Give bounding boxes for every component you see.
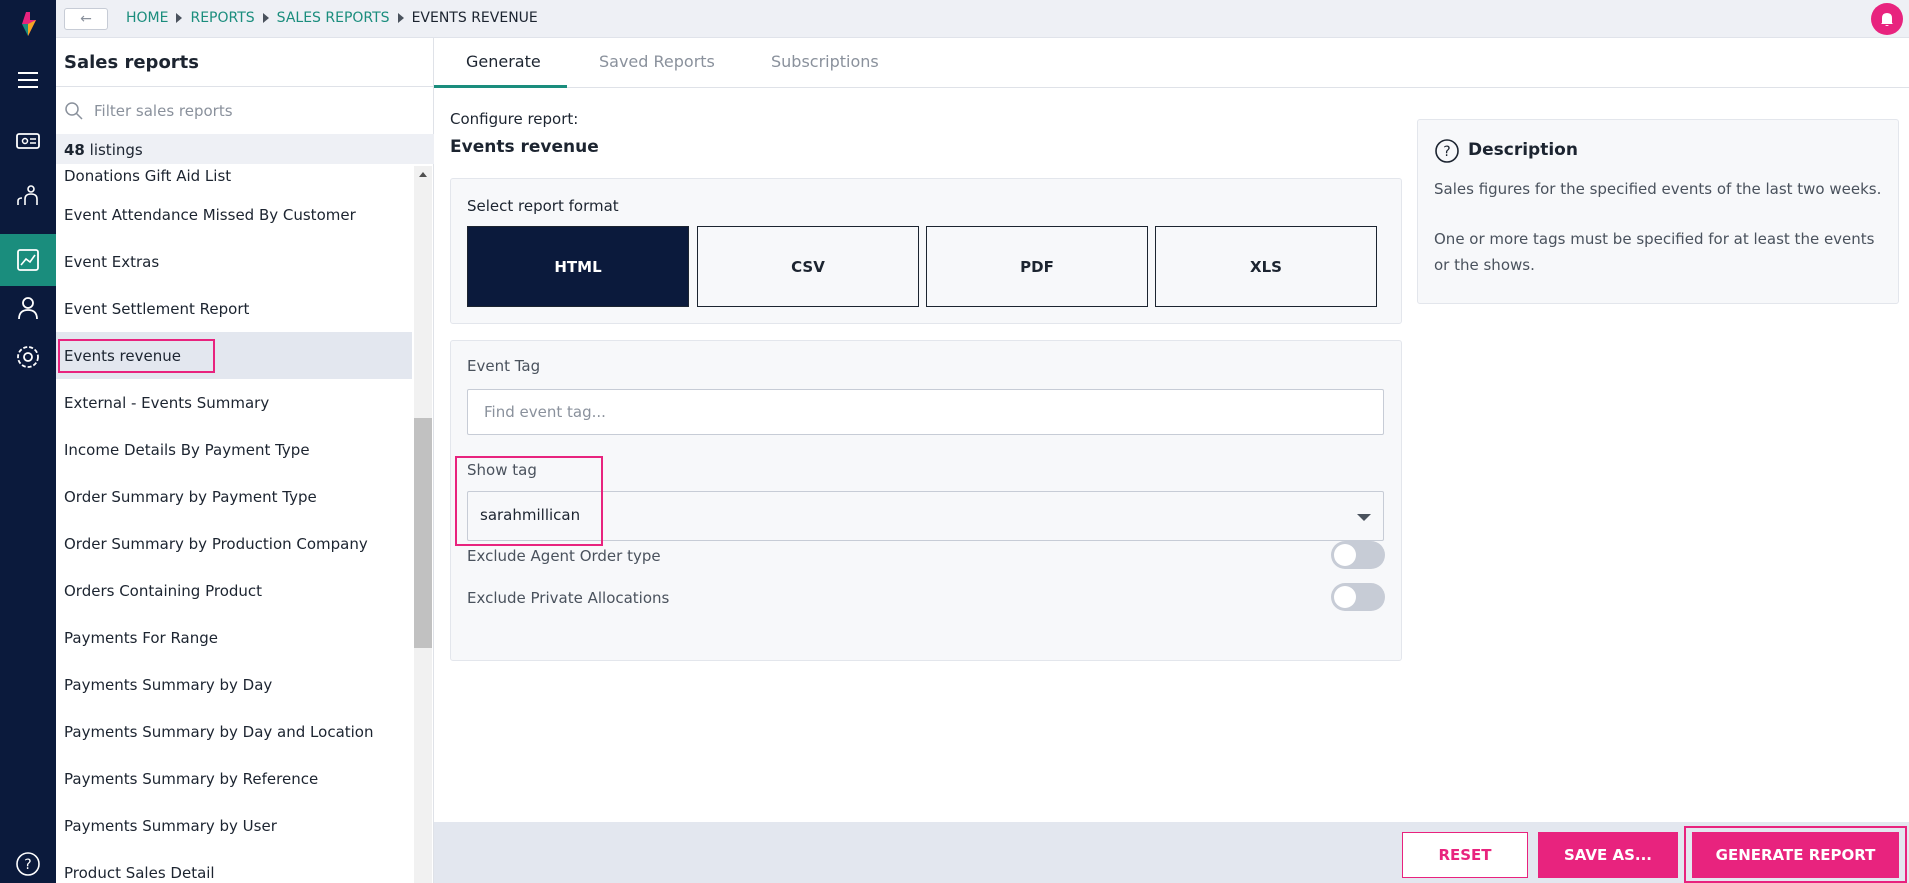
chevron-right-icon [262,13,269,23]
list-item[interactable]: External - Events Summary [56,379,412,426]
list-item[interactable]: Event Extras [56,238,412,285]
filter-reports-input[interactable] [94,102,414,120]
menu-icon[interactable] [0,54,56,106]
scroll-up-icon[interactable] [414,166,432,182]
list-item[interactable]: Income Details By Payment Type [56,426,412,473]
list-item[interactable]: Payments Summary by User [56,802,412,849]
breadcrumb-sales-reports[interactable]: SALES REPORTS [277,10,390,26]
customer-hierarchy-icon[interactable] [0,170,56,222]
list-item[interactable]: Orders Containing Product [56,567,412,614]
format-section: Select report format HTML CSV PDF XLS [450,178,1402,324]
help-icon[interactable]: ? [0,838,56,883]
breadcrumb-reports[interactable]: REPORTS [190,10,254,26]
list-item[interactable]: Product Sales Detail [56,849,412,883]
chevron-right-icon [397,13,404,23]
exclude-private-toggle[interactable] [1331,583,1385,611]
save-as-button[interactable]: SAVE AS... [1538,832,1678,878]
breadcrumb: HOME REPORTS SALES REPORTS EVENTS REVENU… [126,10,538,26]
configure-label: Configure report: [450,110,579,128]
toggle-knob [1334,544,1356,566]
list-item[interactable]: Order Summary by Production Company [56,520,412,567]
question-circle-icon: ? [1435,139,1459,163]
svg-text:?: ? [24,857,31,873]
format-pdf-button[interactable]: PDF [926,226,1148,307]
notifications-bell-icon[interactable] [1871,3,1903,35]
tab-generate[interactable]: Generate [466,52,541,71]
list-item[interactable]: Payments Summary by Reference [56,755,412,802]
action-bar: RESET SAVE AS... GENERATE REPORT [434,822,1909,883]
reports-icon[interactable] [0,234,56,286]
report-title: Events revenue [450,137,599,157]
list-item[interactable]: Payments Summary by Day [56,661,412,708]
list-item[interactable]: Payments Summary by Day and Location [56,708,412,755]
user-icon[interactable] [0,282,56,334]
sidebar-title: Sales reports [64,52,199,73]
reports-sidebar: Sales reports 48 listings Donations Gift… [56,38,434,883]
arrow-left-icon: ← [80,11,92,27]
breadcrumb-home[interactable]: HOME [126,10,168,26]
list-item[interactable]: Event Attendance Missed By Customer [56,191,412,238]
parameters-section: Event Tag Show tag sarahmillican Exclude… [450,340,1402,661]
back-button[interactable]: ← [64,8,108,30]
filter-box [64,96,424,126]
breadcrumb-current: EVENTS REVENUE [411,10,538,26]
event-tag-input[interactable] [467,389,1384,435]
generate-report-button[interactable]: GENERATE REPORT [1692,832,1899,878]
divider [56,86,434,87]
event-tag-label: Event Tag [467,357,541,375]
app-logo-icon[interactable] [14,10,42,38]
settings-gear-icon[interactable] [0,331,56,383]
listing-count-suffix: listings [89,141,143,159]
nav-rail: ? [0,0,56,883]
list-item[interactable]: Event Settlement Report [56,285,412,332]
top-bar: ← HOME REPORTS SALES REPORTS EVENTS REVE… [56,0,1909,38]
list-item[interactable]: Order Summary by Payment Type [56,473,412,520]
format-xls-button[interactable]: XLS [1155,226,1377,307]
caret-down-icon [1357,514,1371,521]
tab-subscriptions[interactable]: Subscriptions [771,52,879,71]
list-item[interactable]: Payments For Range [56,614,412,661]
exclude-agent-toggle[interactable] [1331,541,1385,569]
description-line-1: Sales figures for the specified events o… [1434,180,1882,198]
show-tag-highlight [455,456,603,546]
description-line-2: One or more tags must be specified for a… [1434,230,1875,274]
main-panel: Generate Saved Reports Subscriptions Con… [434,38,1909,883]
active-tab-indicator [434,85,567,88]
exclude-agent-label: Exclude Agent Order type [467,547,661,565]
listing-count: 48 listings [56,134,434,164]
reports-list: Donations Gift Aid List Event Attendance… [56,164,434,883]
exclude-private-label: Exclude Private Allocations [467,589,670,607]
scrollbar-thumb[interactable] [414,418,432,648]
reset-button[interactable]: RESET [1402,832,1528,878]
format-label: Select report format [467,197,619,215]
description-card: ? Description Sales figures for the spec… [1417,119,1899,304]
list-item-selected[interactable]: Events revenue [56,332,412,379]
tab-saved-reports[interactable]: Saved Reports [599,52,715,71]
format-html-button[interactable]: HTML [467,226,689,307]
tickets-icon[interactable] [0,115,56,167]
description-title: Description [1468,140,1578,160]
show-tag-select[interactable]: sarahmillican [467,491,1384,541]
format-csv-button[interactable]: CSV [697,226,919,307]
tab-bar: Generate Saved Reports Subscriptions [434,38,1909,88]
search-icon [65,102,83,120]
listing-count-number: 48 [64,141,85,159]
toggle-knob [1334,586,1356,608]
chevron-right-icon [176,13,183,23]
svg-text:?: ? [1443,144,1450,160]
